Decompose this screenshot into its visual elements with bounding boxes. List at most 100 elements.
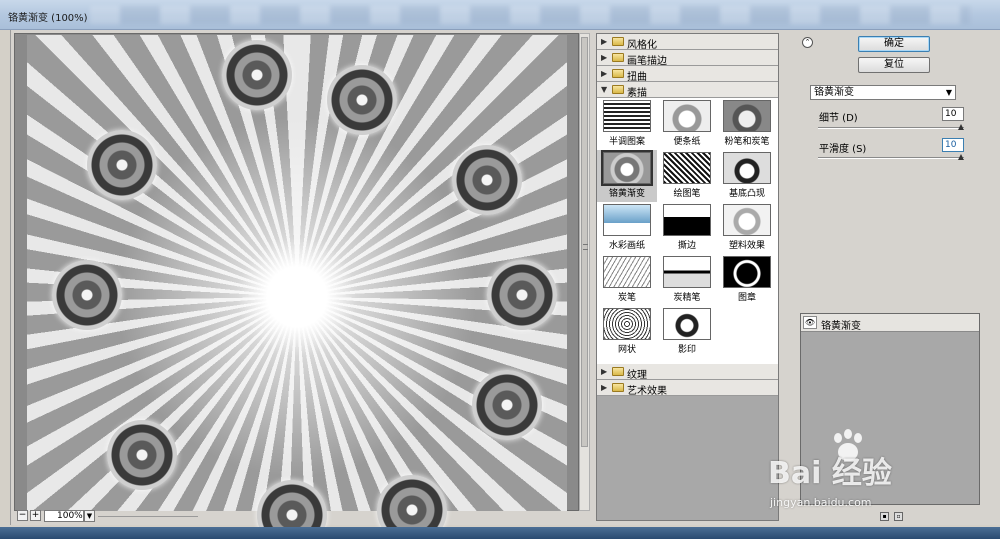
- preview-flower: [452, 145, 522, 215]
- thumb-image: [603, 204, 651, 236]
- filter-thumb[interactable]: 炭笔: [597, 254, 657, 306]
- filter-label: 半调图案: [608, 137, 645, 147]
- double-chevron-up-icon: ⌃: [804, 38, 811, 46]
- filter-thumb[interactable]: 炭精笔: [657, 254, 717, 306]
- zoom-field[interactable]: 100%: [44, 510, 84, 522]
- chevron-down-icon: ▼: [945, 88, 952, 97]
- window-title: 铬黄渐变 (100%): [8, 13, 88, 24]
- filter-select-value: 铬黄渐变: [814, 87, 854, 98]
- thumb-image: [663, 152, 711, 184]
- group-sketch[interactable]: ▼ 素描: [597, 82, 778, 99]
- folder-icon: [612, 69, 624, 78]
- thumb-image: [723, 204, 771, 236]
- preview-flower: [222, 40, 292, 110]
- smooth-input[interactable]: 10: [942, 138, 964, 152]
- expand-arrow-icon: ▶: [601, 383, 608, 392]
- group-texture[interactable]: ▶ 纹理: [597, 364, 778, 381]
- filter-thumb[interactable]: 塑料效果: [717, 202, 777, 254]
- filter-thumb[interactable]: 基底凸现: [717, 150, 777, 202]
- ok-button[interactable]: 确定: [858, 36, 930, 52]
- scrollbar-thumb[interactable]: [581, 37, 588, 447]
- filter-thumb[interactable]: 影印: [657, 306, 717, 358]
- filter-label: 图章: [737, 293, 756, 303]
- expand-arrow-icon: ▶: [601, 37, 608, 46]
- layer-tools: ▪ ▫: [880, 512, 910, 522]
- group-label: 扭曲: [627, 72, 647, 83]
- filter-thumb[interactable]: 水彩画纸: [597, 202, 657, 254]
- divider: [98, 516, 198, 517]
- detail-label: 细节 (D): [819, 113, 858, 124]
- zoom-in-button[interactable]: +: [30, 510, 41, 521]
- filter-thumb[interactable]: 网状: [597, 306, 657, 358]
- effect-layer-name: 铬黄渐变: [821, 321, 861, 332]
- thumb-image: [663, 100, 711, 132]
- group-label: 画笔描边: [627, 56, 667, 67]
- filter-label: 撕边: [677, 241, 696, 251]
- thumb-image: [603, 308, 651, 340]
- filter-thumb[interactable]: 撕边: [657, 202, 717, 254]
- detail-slider[interactable]: [818, 127, 964, 129]
- filter-label: 粉笔和炭笔: [724, 137, 770, 147]
- expand-arrow-icon: ▶: [601, 367, 608, 376]
- folder-icon: [612, 37, 624, 46]
- thumb-image: [723, 152, 771, 184]
- thumb-image: [723, 100, 771, 132]
- preview-flower: [327, 65, 397, 135]
- group-brush-strokes[interactable]: ▶ 画笔描边: [597, 50, 778, 67]
- smooth-label: 平滑度 (S): [819, 144, 867, 155]
- filter-label: 绘图笔: [673, 189, 701, 199]
- filter-label: 网状: [617, 345, 636, 355]
- filter-label: 便条纸: [673, 137, 701, 147]
- thumb-image: [603, 100, 651, 132]
- folder-open-icon: [612, 85, 624, 94]
- expand-arrow-icon: ▶: [601, 53, 608, 62]
- filter-select[interactable]: 铬黄渐变 ▼: [810, 85, 956, 100]
- filter-thumb[interactable]: 绘图笔: [657, 150, 717, 202]
- thumb-image: [603, 256, 651, 288]
- filter-label: 铬黄渐变: [608, 189, 645, 199]
- collapse-gallery-button[interactable]: ⌃: [802, 37, 813, 48]
- effect-layers-panel: 👁 铬黄渐变: [800, 313, 980, 505]
- expand-arrow-icon: ▶: [601, 69, 608, 78]
- group-distort[interactable]: ▶ 扭曲: [597, 66, 778, 83]
- filter-label: 炭笔: [617, 293, 636, 303]
- thumb-image: [663, 204, 711, 236]
- os-taskbar: [0, 527, 1000, 539]
- filter-thumb[interactable]: 图章: [717, 254, 777, 306]
- filter-label: 炭精笔: [673, 293, 701, 303]
- preview-flower: [87, 130, 157, 200]
- zoom-out-button[interactable]: −: [17, 510, 28, 521]
- titlebar-background: [90, 6, 970, 24]
- filter-gallery: ▶ 风格化 ▶ 画笔描边 ▶ 扭曲 ▼ 素描 半调图案 便条纸 粉笔和炭笔 铬黄…: [596, 33, 779, 521]
- collapse-arrow-icon: ▼: [601, 85, 608, 94]
- new-layer-icon[interactable]: ▪: [880, 512, 889, 521]
- eye-icon[interactable]: 👁: [803, 316, 817, 329]
- filter-thumb[interactable]: 半调图案: [597, 98, 657, 150]
- thumb-image: [601, 150, 653, 186]
- reset-button[interactable]: 复位: [858, 57, 930, 73]
- thumb-image: [723, 256, 771, 288]
- folder-icon: [612, 53, 624, 62]
- filter-label: 塑料效果: [728, 241, 765, 251]
- group-artistic[interactable]: ▶ 艺术效果: [597, 380, 778, 397]
- folder-icon: [612, 367, 624, 376]
- effect-layer[interactable]: 👁 铬黄渐变: [801, 314, 979, 332]
- trash-icon[interactable]: ▫: [894, 512, 903, 521]
- detail-input[interactable]: 10: [942, 107, 964, 121]
- group-label: 艺术效果: [627, 386, 667, 397]
- filter-thumb-selected[interactable]: 铬黄渐变: [597, 150, 657, 202]
- smooth-slider[interactable]: [818, 157, 964, 159]
- group-stylize[interactable]: ▶ 风格化: [597, 34, 778, 51]
- preview-scrollbar[interactable]: [579, 33, 590, 511]
- thumb-image: [663, 256, 711, 288]
- filter-label: 影印: [677, 345, 696, 355]
- group-label: 风格化: [627, 40, 657, 51]
- chevron-down-icon: ▼: [86, 512, 93, 520]
- preview-image[interactable]: [27, 35, 567, 539]
- zoom-dropdown[interactable]: ▼: [84, 510, 95, 522]
- preview-pane[interactable]: [14, 33, 579, 539]
- thumb-image: [663, 308, 711, 340]
- filter-thumb[interactable]: 便条纸: [657, 98, 717, 150]
- filter-thumb[interactable]: 粉笔和炭笔: [717, 98, 777, 150]
- filter-label: 水彩画纸: [608, 241, 645, 251]
